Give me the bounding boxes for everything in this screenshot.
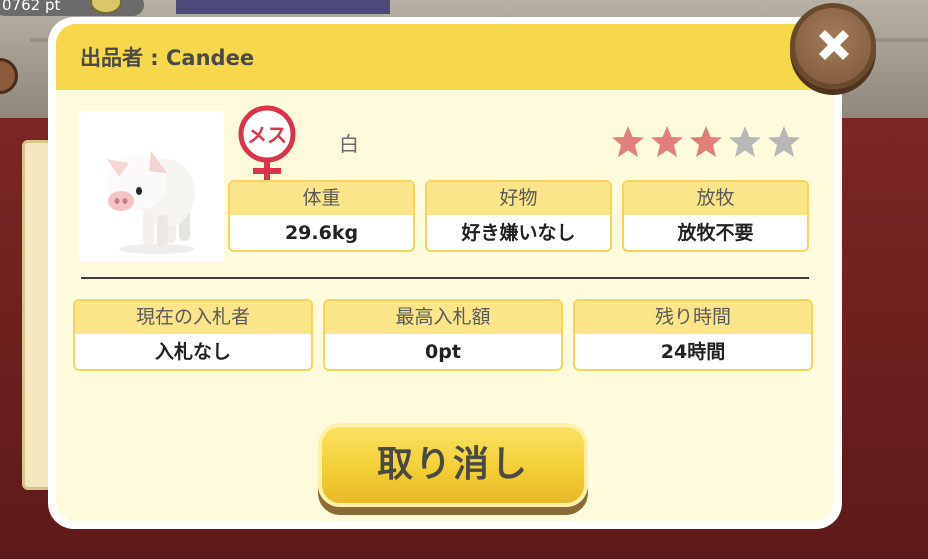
stat-favorite-value: 好き嫌いなし: [461, 222, 576, 244]
pig-color: 白: [339, 132, 359, 156]
points-display: 0762 pt: [0, 0, 144, 16]
rating-stars: [610, 124, 806, 164]
close-icon: [819, 30, 849, 60]
stat-favorite-label: 好物: [427, 182, 610, 215]
highest-bid-value: 0pt: [425, 341, 461, 363]
pig-detail-dialog: 出品者 : Candee メス 白 体重 29.6kg 好物 好き嫌いなし 放牧…: [48, 17, 842, 529]
close-button[interactable]: [790, 3, 876, 89]
stat-weight-value: 29.6kg: [284, 222, 359, 244]
highest-bid: 最高入札額 0pt: [323, 299, 563, 371]
dialog-header: 出品者 : Candee: [56, 24, 834, 90]
time-remaining-value: 24時間: [660, 341, 726, 363]
female-gender-icon: メス: [237, 104, 299, 184]
stat-weight: 体重 29.6kg: [228, 180, 415, 252]
cancel-button-label: 取り消し: [376, 444, 529, 485]
time-remaining: 残り時間 24時間: [573, 299, 813, 371]
stat-grazing-value: 放牧不要: [677, 222, 754, 244]
stat-grazing-label: 放牧: [624, 182, 807, 215]
background-card: [176, 0, 390, 14]
stat-grazing: 放牧 放牧不要: [622, 180, 809, 252]
dialog-body: 出品者 : Candee メス 白 体重 29.6kg 好物 好き嫌いなし 放牧…: [56, 24, 834, 521]
pig-image: [79, 111, 224, 261]
stat-weight-label: 体重: [230, 182, 413, 215]
current-bidder: 現在の入札者 入札なし: [73, 299, 313, 371]
current-bidder-value: 入札なし: [154, 341, 231, 363]
divider: [81, 277, 809, 279]
highest-bid-label: 最高入札額: [325, 301, 561, 334]
seller-label: 出品者 : Candee: [80, 46, 255, 70]
star-empty-icon: [729, 126, 761, 157]
star-filled-icon: [651, 126, 683, 157]
time-remaining-label: 残り時間: [575, 301, 811, 334]
cancel-button[interactable]: 取り消し: [318, 423, 588, 507]
star-filled-icon: [612, 126, 644, 157]
current-bidder-label: 現在の入札者: [75, 301, 311, 334]
gender-label: メス: [247, 123, 287, 147]
star-filled-icon: [690, 126, 722, 157]
star-empty-icon: [768, 126, 800, 157]
stat-favorite-food: 好物 好き嫌いなし: [425, 180, 612, 252]
